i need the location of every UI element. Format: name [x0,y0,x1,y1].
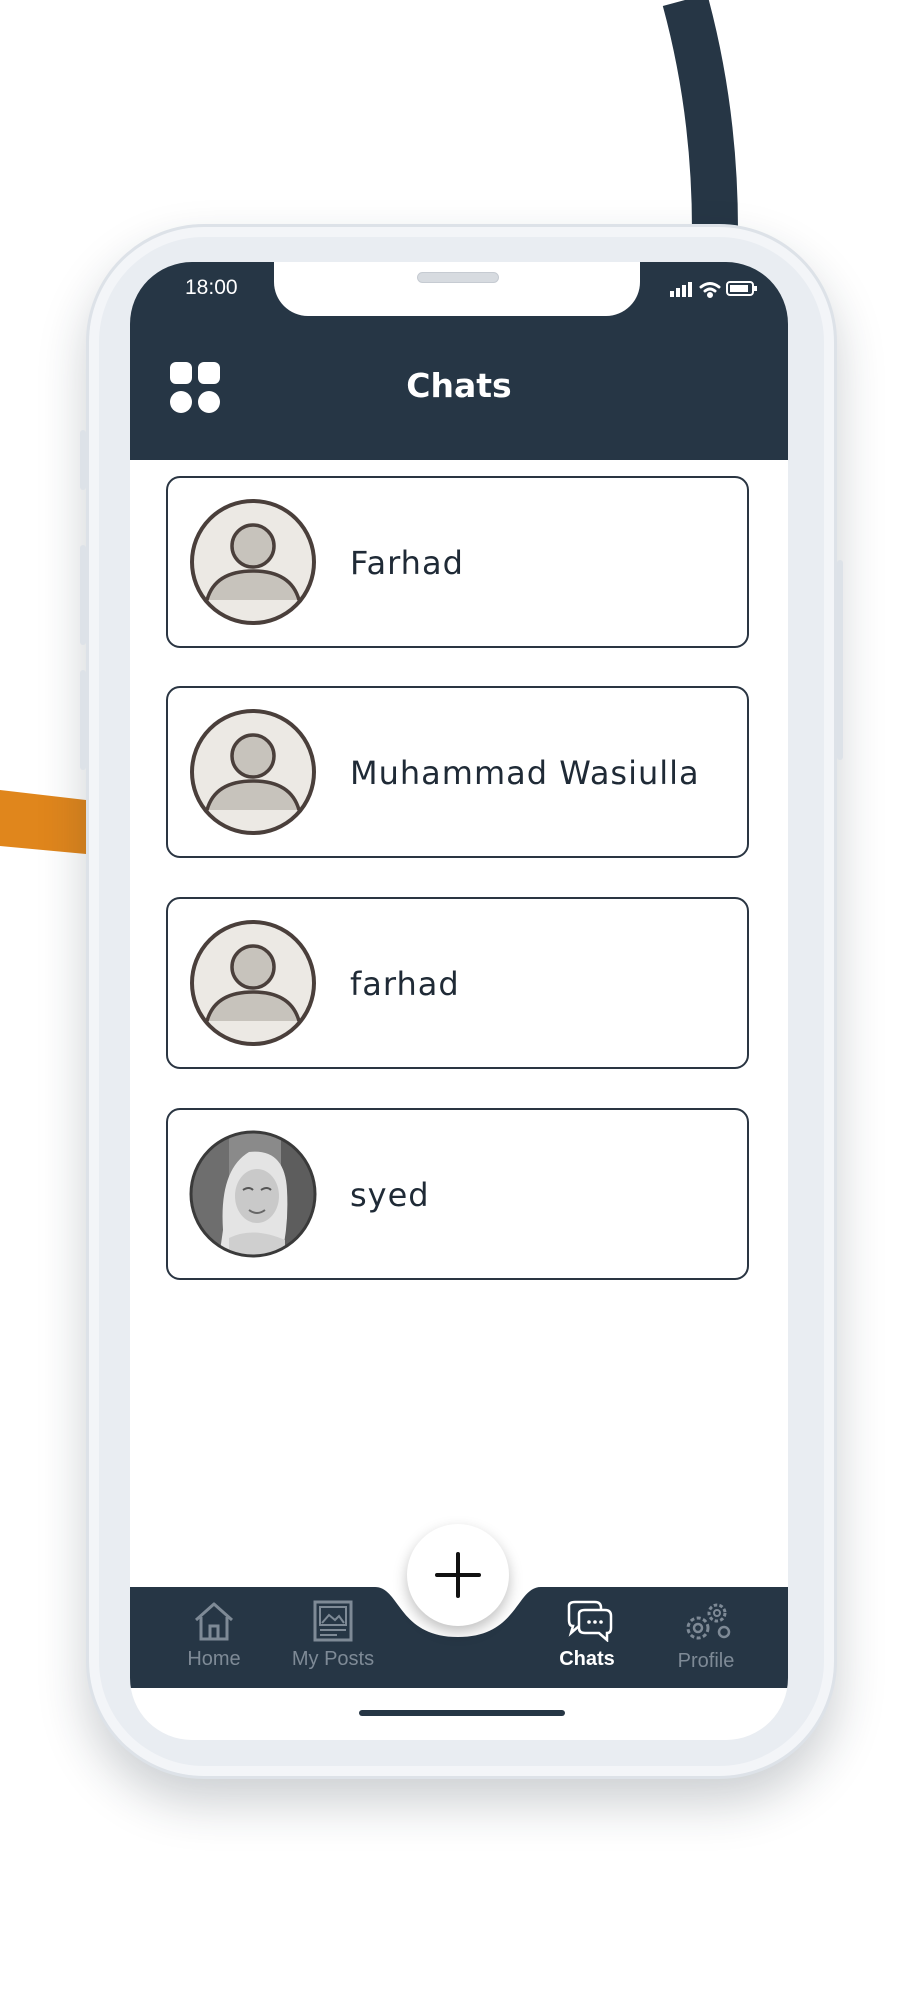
add-chat-button[interactable] [407,1524,509,1626]
page-title: Chats [406,366,512,405]
nav-item-my-posts[interactable]: My Posts [273,1600,393,1671]
plus-icon [435,1552,481,1598]
chat-item-farhad[interactable]: Farhad [166,476,749,648]
nav-label-chats: Chats [559,1648,615,1670]
posts-icon [313,1600,353,1642]
status-icons [670,281,757,298]
chat-item-farhad-lowercase[interactable]: farhad [166,897,749,1069]
chat-name: Farhad [350,544,464,582]
home-indicator[interactable] [359,1710,565,1716]
phone-volume-down-button [80,670,86,770]
default-avatar-icon [190,499,316,625]
app-header: 18:00 Chats [130,262,788,460]
nav-label-my-posts: My Posts [291,1648,375,1670]
wifi-icon [699,282,721,298]
battery-icon [726,281,757,296]
default-avatar-icon [190,920,316,1046]
phone-side-button [80,430,86,490]
nav-item-profile[interactable]: Profile [646,1600,766,1673]
nav-label-profile: Profile [677,1650,735,1672]
phone-screen: 18:00 Chats Farhad Muhammad Wasiulla far… [130,262,788,1740]
background-curve-dark [662,0,738,231]
speaker-grille [417,272,499,283]
signal-icon [670,282,692,297]
chat-name: syed [350,1176,430,1214]
chat-name: farhad [350,965,460,1003]
nav-item-home[interactable]: Home [154,1600,274,1671]
chat-item-muhammad-wasiulla[interactable]: Muhammad Wasiulla [166,686,749,858]
chat-item-syed[interactable]: syed [166,1108,749,1280]
home-icon [195,1602,233,1641]
chat-bubbles-icon [567,1600,613,1643]
background-stripe-orange [0,790,86,854]
gears-icon [686,1603,731,1640]
notch [274,262,640,316]
nav-label-home: Home [187,1648,241,1670]
nav-item-chats[interactable]: Chats [527,1600,647,1671]
phone-volume-up-button [80,545,86,645]
chat-name: Muhammad Wasiulla [350,754,700,792]
phone-power-button [837,560,843,760]
status-time: 18:00 [185,276,238,299]
default-avatar-icon [190,709,316,835]
photo-avatar [189,1130,317,1258]
